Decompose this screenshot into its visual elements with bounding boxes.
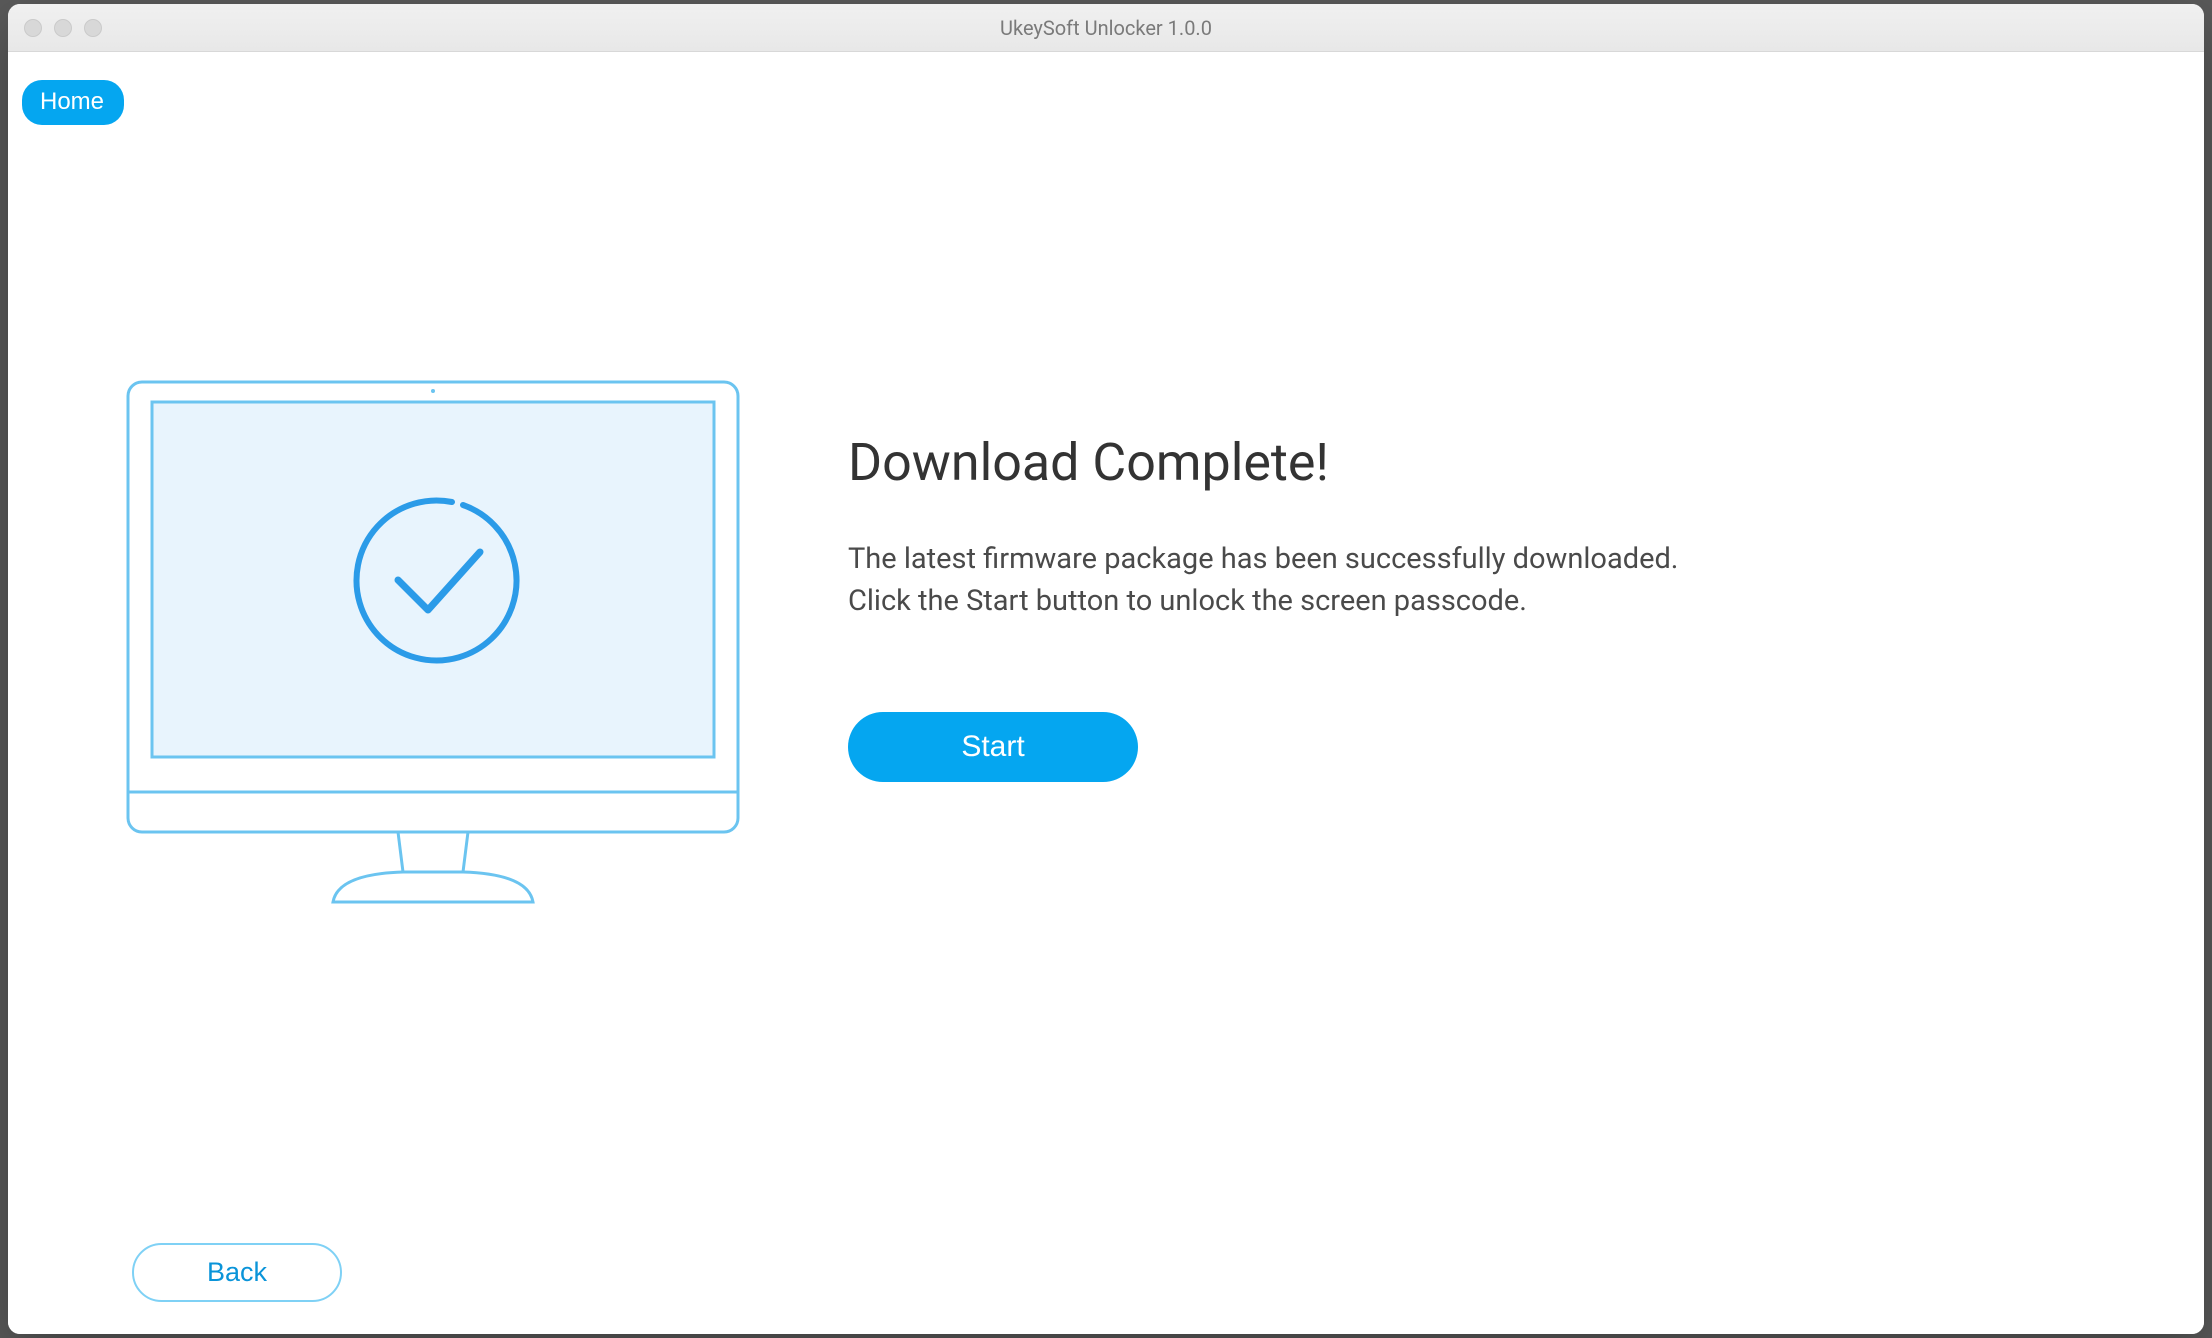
window-title: UkeySoft Unlocker 1.0.0: [1000, 16, 1212, 40]
monitor-checkmark-icon: [118, 372, 748, 912]
maximize-window-button[interactable]: [84, 19, 102, 37]
app-window: UkeySoft Unlocker 1.0.0 Home: [8, 4, 2204, 1334]
page-heading: Download Complete!: [848, 432, 1678, 493]
start-button[interactable]: Start: [848, 712, 1138, 782]
titlebar: UkeySoft Unlocker 1.0.0: [8, 4, 2204, 52]
monitor-illustration: [118, 372, 748, 916]
window-controls: [24, 19, 102, 37]
minimize-window-button[interactable]: [54, 19, 72, 37]
description-line-1: The latest firmware package has been suc…: [848, 542, 1678, 576]
content-area: Home: [8, 52, 2204, 1334]
home-tab[interactable]: Home: [22, 80, 124, 125]
description-text: The latest firmware package has been suc…: [848, 538, 1678, 622]
back-button[interactable]: Back: [132, 1243, 342, 1302]
main-area: Download Complete! The latest firmware p…: [8, 52, 2204, 916]
description-line-2: Click the Start button to unlock the scr…: [848, 584, 1527, 618]
close-window-button[interactable]: [24, 19, 42, 37]
text-section: Download Complete! The latest firmware p…: [848, 372, 1678, 782]
